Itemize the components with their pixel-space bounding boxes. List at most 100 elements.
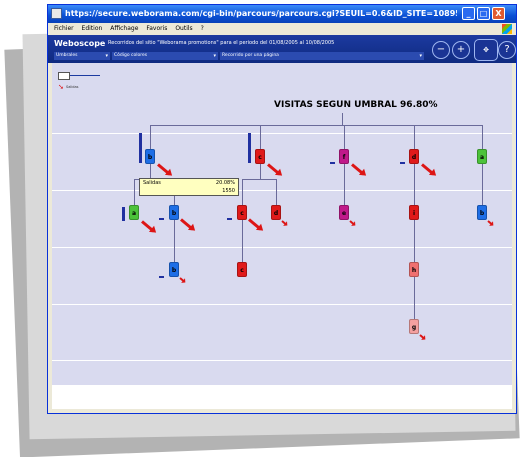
connector: [344, 164, 345, 205]
connector: [414, 220, 415, 262]
status-bar: [52, 385, 512, 409]
menu-affichage[interactable]: Affichage: [110, 23, 138, 35]
exit-arrow-icon: [180, 218, 194, 231]
page-node-h[interactable]: h: [409, 262, 419, 277]
chart-title: VISITAS SEGUN UMBRAL 96.80%: [274, 100, 438, 110]
connector: [150, 164, 151, 179]
connector: [150, 125, 151, 149]
minimize-button[interactable]: _: [462, 7, 475, 20]
tooltip-count: 1550: [222, 188, 235, 194]
connector: [242, 220, 243, 262]
windows-logo-icon: [502, 24, 512, 34]
page-node-c[interactable]: c: [237, 262, 247, 277]
exit-arrow-icon: [487, 220, 493, 225]
visits-bar: [248, 133, 251, 163]
maximize-button[interactable]: □: [477, 7, 490, 20]
exit-arrow-icon: [157, 163, 171, 176]
connector: [344, 125, 345, 149]
row-divider: [52, 247, 512, 248]
chevron-down-icon: ▾: [419, 53, 422, 59]
exit-arrow-icon: [419, 334, 425, 339]
legend-label: Salidas: [66, 85, 79, 89]
visits-bar: [139, 133, 142, 163]
exit-arrow-icon: [281, 220, 287, 225]
connector: [260, 164, 261, 179]
page-node-a[interactable]: a: [477, 149, 487, 164]
report-subtitle: Recorridos del sitio "Weborama promotion…: [108, 40, 335, 46]
brand-logo: Weboscope: [54, 39, 106, 48]
zoom-in-button[interactable]: +: [452, 41, 470, 59]
node-tooltip: Salidas 20.08% 1550: [139, 178, 239, 196]
codigo-colores-select[interactable]: Código colores ▾: [112, 52, 218, 60]
umbrales-select[interactable]: Umbrales ▾: [54, 52, 110, 60]
connector: [482, 164, 483, 205]
zoom-out-button[interactable]: −: [432, 41, 450, 59]
page-node-b[interactable]: b: [477, 205, 487, 220]
exit-arrow-icon: [351, 163, 365, 176]
title-bar: https://secure.weborama.com/cgi-bin/parc…: [48, 5, 516, 23]
visits-bar: [122, 207, 125, 221]
exit-arrow-icon: [421, 163, 435, 176]
menu-favoris[interactable]: Favoris: [146, 23, 167, 35]
menu-edition[interactable]: Edition: [82, 23, 103, 35]
menu-help[interactable]: ?: [201, 23, 204, 35]
page-node-c[interactable]: c: [237, 205, 247, 220]
page-node-d[interactable]: d: [409, 149, 419, 164]
legend-icon: [58, 72, 70, 80]
page-node-b[interactable]: b: [169, 205, 179, 220]
codigo-colores-select-label: Código colores: [114, 53, 148, 58]
app-toolbar: Weboscope Recorridos del sitio "Weborama…: [48, 35, 516, 63]
row-divider: [52, 360, 512, 361]
page-node-a[interactable]: a: [129, 205, 139, 220]
page-node-b[interactable]: b: [145, 149, 155, 164]
visits-bar: [400, 162, 405, 164]
page-node-g[interactable]: g: [409, 319, 419, 334]
connector: [134, 179, 135, 205]
browser-window: https://secure.weborama.com/cgi-bin/parc…: [47, 4, 517, 414]
menu-bar: Fichier Edition Affichage Favoris Outils…: [48, 23, 516, 35]
connector: [414, 125, 415, 149]
page-node-d[interactable]: d: [271, 205, 281, 220]
chart-area: ➘ Salidas VISITAS SEGUN UMBRAL 96.80% b: [52, 63, 512, 385]
chevron-down-icon: ▾: [105, 53, 108, 59]
exit-arrow-icon: [141, 220, 155, 233]
recorrido-select[interactable]: Recorrido por una página ▾: [220, 52, 424, 60]
connector: [174, 220, 175, 262]
ie-icon: [51, 8, 62, 19]
recorrido-select-label: Recorrido por una página: [222, 53, 279, 58]
exit-arrow-icon: [267, 163, 281, 176]
tooltip-label: Salidas: [143, 180, 161, 186]
row-divider: [52, 133, 512, 134]
connector: [260, 125, 261, 149]
connector: [242, 179, 276, 180]
row-divider: [52, 190, 512, 191]
connector: [276, 179, 277, 205]
page-node-b[interactable]: b: [169, 262, 179, 277]
exit-arrow-icon: [248, 218, 262, 231]
connector: [342, 113, 343, 125]
help-button[interactable]: ?: [498, 41, 516, 59]
connector: [150, 125, 482, 126]
connector: [242, 179, 243, 205]
pan-navigation-button[interactable]: ✥: [474, 39, 498, 61]
page-node-f[interactable]: f: [339, 149, 349, 164]
close-button[interactable]: X: [492, 7, 505, 20]
row-divider: [52, 304, 512, 305]
tooltip-percent: 20.08%: [215, 180, 235, 186]
umbrales-select-label: Umbrales: [56, 53, 78, 58]
menu-fichier[interactable]: Fichier: [54, 23, 74, 35]
visits-bar: [159, 276, 164, 278]
connector: [414, 164, 415, 205]
connector: [414, 277, 415, 319]
menu-outils[interactable]: Outils: [175, 23, 192, 35]
legend-line: [70, 75, 100, 76]
window-title: https://secure.weborama.com/cgi-bin/parc…: [65, 9, 457, 18]
page-node-i[interactable]: i: [409, 205, 419, 220]
visits-bar: [159, 218, 164, 220]
chevron-down-icon: ▾: [213, 53, 216, 59]
visits-bar: [227, 218, 232, 220]
visits-bar: [330, 162, 335, 164]
page-node-e[interactable]: e: [339, 205, 349, 220]
exit-arrow-icon: ➘: [58, 83, 64, 91]
page-node-c[interactable]: c: [255, 149, 265, 164]
